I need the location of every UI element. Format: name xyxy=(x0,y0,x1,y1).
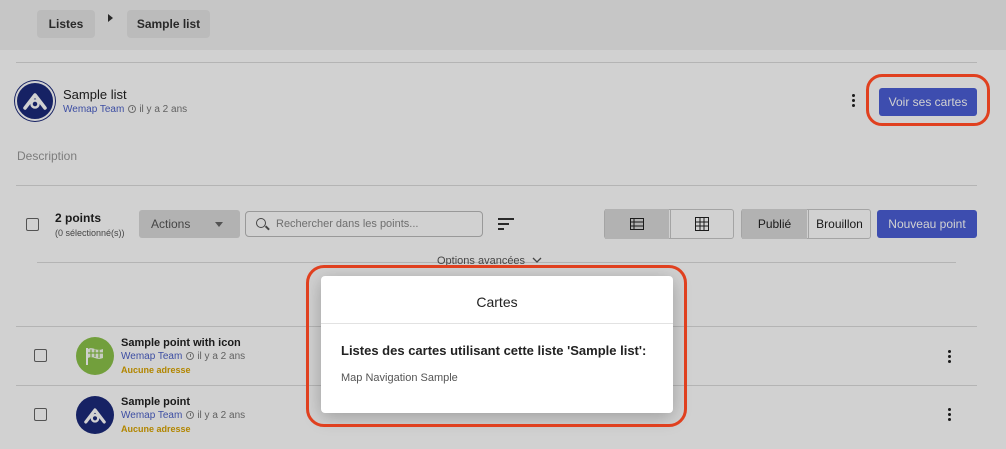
highlight-ring xyxy=(866,74,990,126)
highlight-ring xyxy=(306,265,687,427)
